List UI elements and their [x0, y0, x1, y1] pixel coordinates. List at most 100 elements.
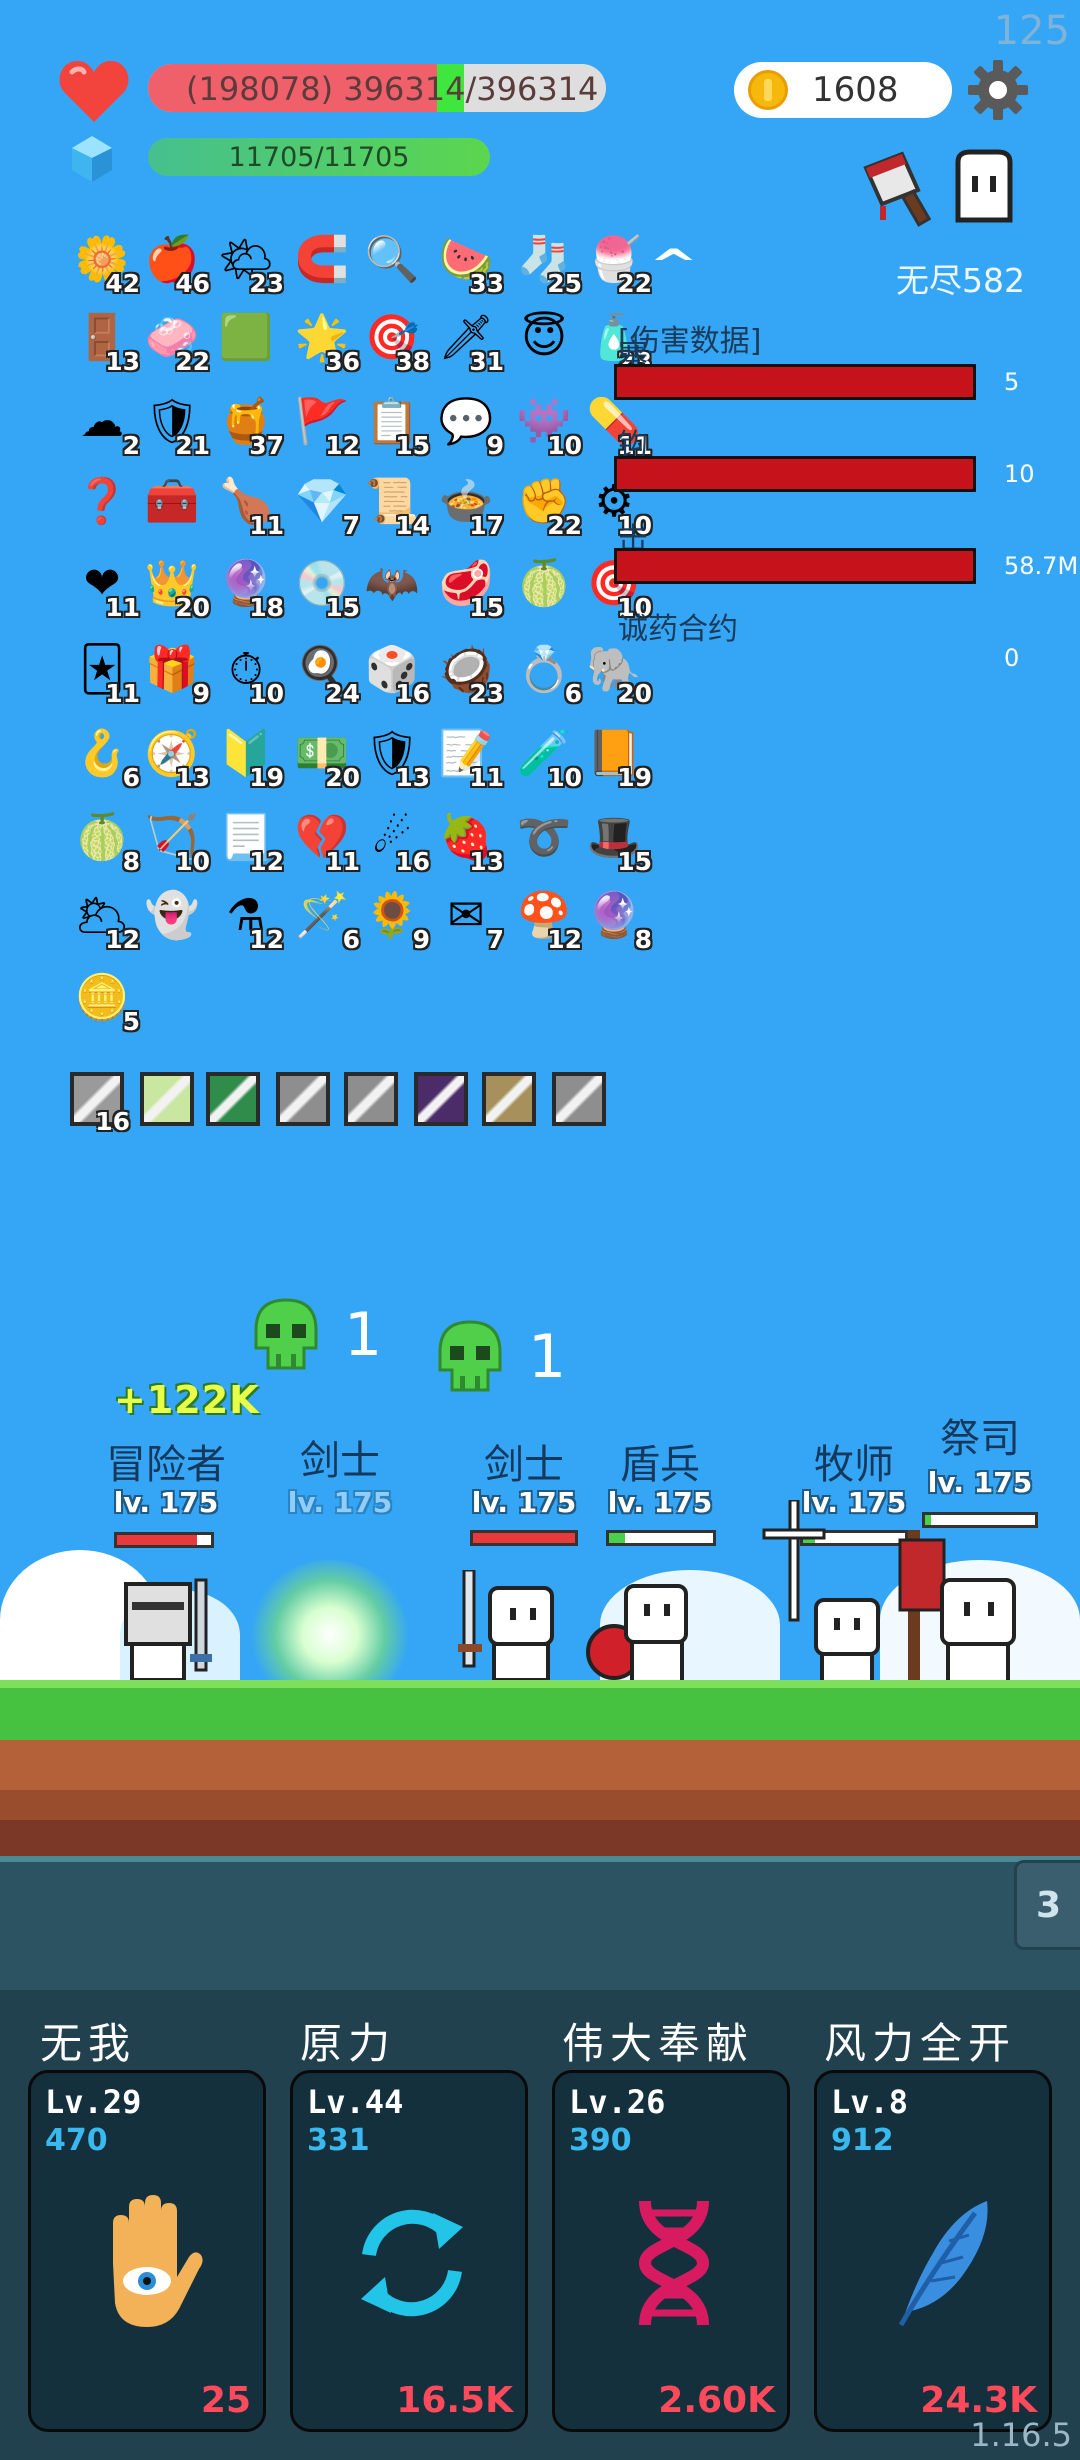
ice-cream-item[interactable]: 🍧 22 — [582, 228, 652, 299]
blade-slot-icon[interactable] — [276, 1072, 330, 1126]
armor-slot-icon[interactable] — [482, 1072, 536, 1126]
sword-item[interactable]: 🗡 31 — [434, 306, 504, 377]
item-count: 12 — [547, 925, 582, 954]
fishing-hook-item[interactable]: 🪝 6 — [70, 722, 140, 793]
watermelon-item[interactable]: 🍉 33 — [434, 228, 504, 299]
fried-egg-item[interactable]: 🍳 24 — [290, 638, 360, 709]
bow-item[interactable]: 🏹 10 — [140, 806, 210, 877]
cleaver-icon[interactable] — [858, 148, 940, 230]
grenade-item[interactable]: 🍈 — [512, 552, 574, 614]
skull-icon — [254, 1298, 318, 1370]
collapse-caret-icon[interactable]: ^ — [649, 240, 698, 289]
skill-card-wuwo[interactable]: Lv.29 470 25 — [28, 2070, 266, 2432]
dark-slot-icon[interactable] — [414, 1072, 468, 1126]
hook-item[interactable]: ❓ — [70, 470, 132, 532]
green-monster-item[interactable]: 👾 10 — [512, 390, 582, 461]
mushroom-item[interactable]: 🍄 12 — [512, 884, 582, 955]
magic-hat-item[interactable]: 🎩 15 — [582, 806, 652, 877]
treasure-chest-item[interactable]: 🧰 — [140, 470, 202, 532]
red-shield-item[interactable]: 🛡 13 — [360, 722, 430, 793]
side-tab-3[interactable]: 3 — [1014, 1860, 1080, 1950]
money-heart-item[interactable]: 💵 20 — [290, 722, 360, 793]
sword-slot-icon[interactable]: 16 — [70, 1072, 130, 1136]
grey-cloud-item[interactable]: 🌥 12 — [70, 884, 140, 955]
meteor-item[interactable]: ☄ 16 — [360, 806, 430, 877]
target-board-item[interactable]: 🎯 38 — [360, 306, 430, 377]
item-count: 31 — [469, 347, 504, 376]
coconut-item[interactable]: 🥥 23 — [434, 638, 504, 709]
playing-cards-item[interactable]: 🃏 11 — [70, 638, 140, 709]
cloud-item[interactable]: ☁ 2 — [70, 390, 140, 461]
skill-card-yuanli[interactable]: Lv.44 331 16.5K — [290, 2070, 528, 2432]
cloud-icon: ☁ — [80, 396, 124, 447]
ring-icon: 💍 — [516, 644, 572, 695]
meat-item[interactable]: 🥩 15 — [434, 552, 504, 623]
disc-item[interactable]: 💿 15 — [290, 552, 360, 623]
ghost-item[interactable]: 👻 — [140, 884, 202, 946]
bandaged-heart-item[interactable]: 💔 11 — [290, 806, 360, 877]
drumstick-item[interactable]: 🍗 11 — [214, 470, 284, 541]
hero-name: 祭司 — [940, 1416, 1020, 1462]
damage-bar — [614, 548, 976, 584]
sock-item[interactable]: 🧦 25 — [512, 228, 582, 299]
item-count: 42 — [105, 269, 140, 298]
sunflower-item[interactable]: 🌻 9 — [360, 884, 430, 955]
blue-orb-item[interactable]: 🔮 18 — [214, 552, 284, 623]
bat-item[interactable]: 🦇 — [360, 552, 422, 614]
magnifier-item[interactable]: 🔍 — [360, 228, 422, 290]
lime-item[interactable]: 🍈 8 — [70, 806, 140, 877]
ghost-menu-icon[interactable] — [948, 148, 1020, 224]
item-count: 13 — [469, 847, 504, 876]
crystal-ball-item[interactable]: 🔮 8 — [582, 884, 652, 955]
magic-wand-item[interactable]: 🪄 6 — [290, 884, 360, 955]
black-pot-item[interactable]: 🍲 17 — [434, 470, 504, 541]
settings-gear-icon[interactable] — [966, 58, 1030, 122]
halo-item[interactable]: 😇 — [512, 306, 574, 368]
blade-slot-icon-2[interactable] — [344, 1072, 398, 1126]
light-slot-icon[interactable] — [140, 1072, 194, 1126]
sun-cloud-item[interactable]: 🌤 23 — [214, 228, 284, 299]
ring-item[interactable]: 💍 6 — [512, 638, 582, 709]
stopwatch-item[interactable]: ⏱ 10 — [214, 638, 284, 709]
skill-card-fengliquankai[interactable]: Lv.8 912 24.3K — [814, 2070, 1052, 2432]
star-frame-item[interactable]: 🌟 36 — [290, 306, 360, 377]
fist-item[interactable]: ✊ 22 — [512, 470, 582, 541]
jam-jar-item[interactable]: 🍯 37 — [214, 390, 284, 461]
compass-item[interactable]: 🧭 13 — [140, 722, 210, 793]
egg-flower-item[interactable]: 🌼 42 — [70, 228, 140, 299]
blue-gem-item[interactable]: 💎 7 — [290, 470, 360, 541]
spellbook-item[interactable]: 📙 19 — [582, 722, 652, 793]
envelope-item[interactable]: ✉ 7 — [434, 884, 504, 955]
noose-item[interactable]: ➰ — [512, 806, 574, 868]
strawberry-item[interactable]: 🍓 13 — [434, 806, 504, 877]
skill-card-weidafengxian[interactable]: Lv.26 390 2.60K — [552, 2070, 790, 2432]
item-count: 22 — [175, 347, 210, 376]
door-item[interactable]: 🚪 13 — [70, 306, 140, 377]
grass-ground — [0, 1680, 1080, 1748]
red-flag-item[interactable]: 🚩 12 — [290, 390, 360, 461]
eraser-item[interactable]: 🧼 22 — [140, 306, 210, 377]
green-slot-icon[interactable] — [206, 1072, 260, 1126]
note-pen-item[interactable]: 📝 11 — [434, 722, 504, 793]
damage-value: 0 — [1004, 644, 1020, 672]
speech-bubble-item[interactable]: 💬 9 — [434, 390, 504, 461]
magnet-item[interactable]: 🧲 — [290, 228, 352, 290]
scroll-item[interactable]: 📜 14 — [360, 470, 430, 541]
gift-item[interactable]: 🎁 9 — [140, 638, 210, 709]
blade-slot-icon-3[interactable] — [552, 1072, 606, 1126]
item-count: 25 — [547, 269, 582, 298]
paper-scroll-item[interactable]: 📃 12 — [214, 806, 284, 877]
apple-item[interactable]: 🍎 46 — [140, 228, 210, 299]
flask-item[interactable]: ⚗ 12 — [214, 884, 284, 955]
item-count: 16 — [395, 679, 430, 708]
heart-item[interactable]: ❤ 11 — [70, 552, 140, 623]
crown-item[interactable]: 👑 20 — [140, 552, 210, 623]
card-item[interactable]: 🟩 — [214, 306, 276, 368]
dice-item[interactable]: 🎲 16 — [360, 638, 430, 709]
purple-shield-item[interactable]: 🔰 19 — [214, 722, 284, 793]
shield-item[interactable]: 🛡 21 — [140, 390, 210, 461]
clipboard-item[interactable]: 📋 15 — [360, 390, 430, 461]
potion-bottle-item[interactable]: 🧪 10 — [512, 722, 582, 793]
coin-stack-item[interactable]: 🪙 5 — [70, 966, 140, 1037]
skull-icon — [438, 1320, 502, 1392]
